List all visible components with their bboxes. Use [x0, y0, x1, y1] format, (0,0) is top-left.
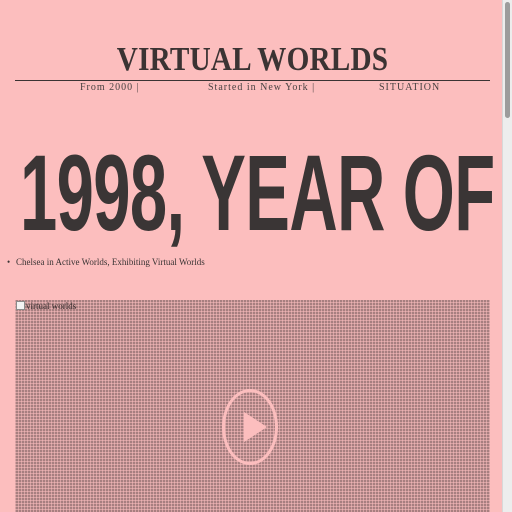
list-item: Chelsea in Active Worlds, Exhibiting Vir…	[7, 256, 205, 269]
bullet-list: Chelsea in Active Worlds, Exhibiting Vir…	[4, 256, 205, 269]
page: VIRTUAL WORLDS From 2000 | Started in Ne…	[0, 0, 503, 512]
top-nav: From 2000 | Started in New York | SITUAT…	[15, 82, 490, 96]
nav-item-from-2000[interactable]: From 2000 |	[80, 82, 140, 93]
image-alt-text: virtual worlds	[26, 301, 77, 311]
site-title[interactable]: VIRTUAL WORLDS	[48, 40, 457, 80]
play-icon	[244, 412, 267, 442]
scrollbar-thumb[interactable]	[505, 2, 510, 118]
nav-item-situation[interactable]: SITUATION	[379, 82, 440, 93]
headline: 1998, YEAR OF	[20, 132, 495, 253]
masthead-divider	[15, 80, 490, 81]
broken-image-icon	[16, 301, 25, 310]
nav-item-started-in-new-york[interactable]: Started in New York |	[208, 82, 315, 93]
play-button[interactable]	[222, 389, 278, 465]
video-player[interactable]: virtual worlds	[15, 300, 490, 512]
broken-image: virtual worlds	[16, 301, 76, 311]
page-scrollbar[interactable]	[502, 0, 512, 512]
